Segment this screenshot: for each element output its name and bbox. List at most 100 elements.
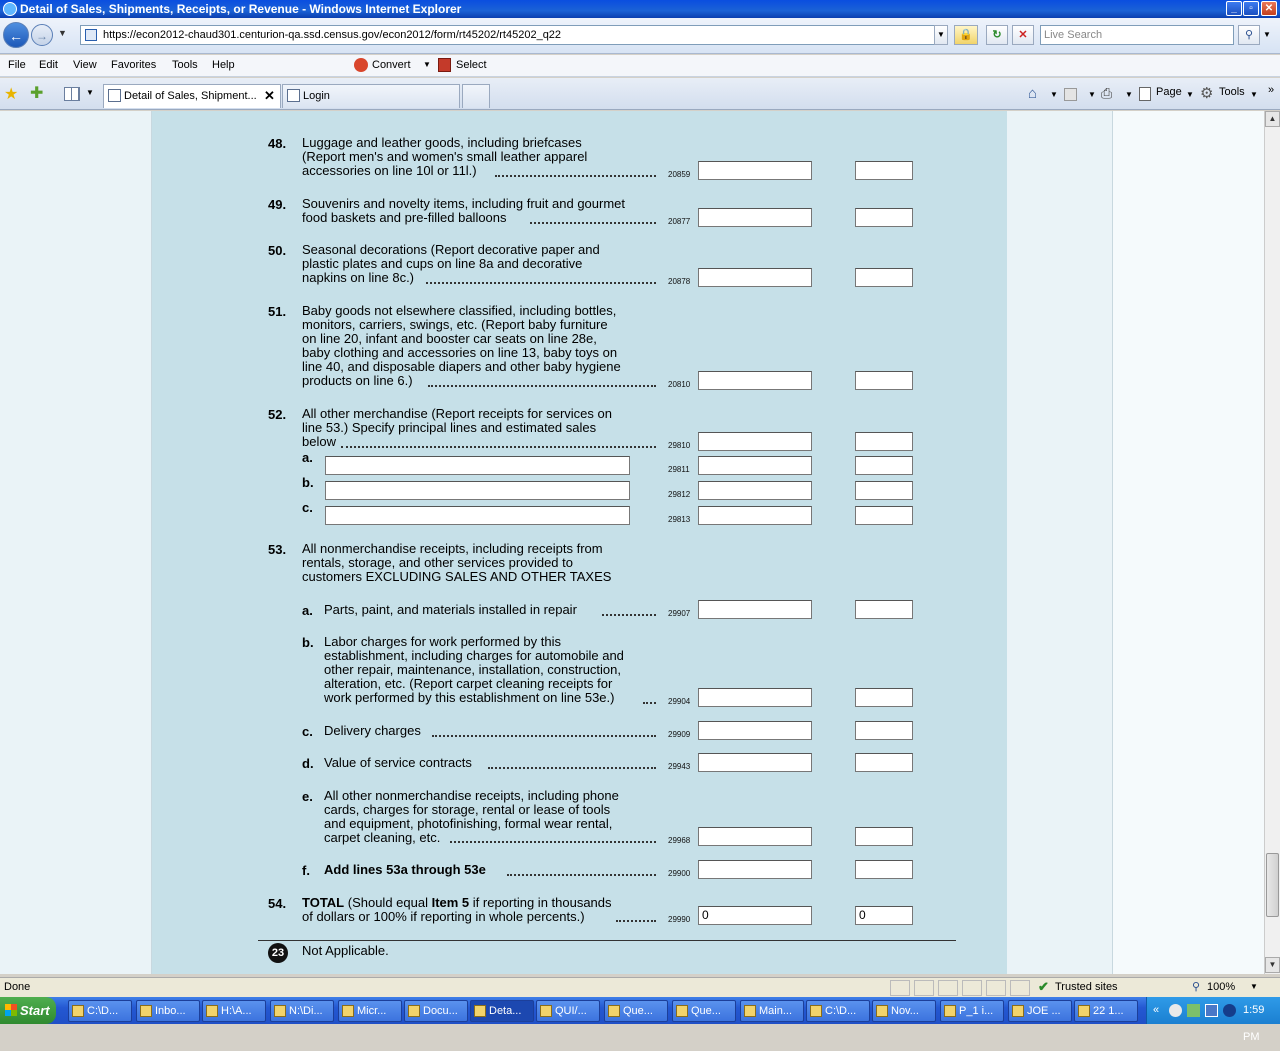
quick-tabs-icon[interactable] bbox=[64, 87, 80, 101]
tools-menu-button[interactable]: Tools bbox=[1219, 86, 1245, 98]
stop-icon[interactable]: ✕ bbox=[1012, 25, 1034, 45]
toolbar-overflow-icon[interactable]: » bbox=[1268, 84, 1274, 96]
item-53e-percent-input[interactable] bbox=[855, 827, 913, 846]
taskbar-button[interactable]: N:\Di... bbox=[270, 1000, 334, 1022]
menu-tools[interactable]: Tools bbox=[172, 59, 198, 71]
tab-login[interactable]: Login bbox=[282, 84, 460, 108]
taskbar-button[interactable]: Que... bbox=[604, 1000, 668, 1022]
item-53f-amount-input[interactable] bbox=[698, 860, 812, 879]
taskbar-button[interactable]: 22 1... bbox=[1074, 1000, 1138, 1022]
search-options-icon[interactable]: ▼ bbox=[1263, 30, 1271, 39]
taskbar-button[interactable]: C:\D... bbox=[68, 1000, 132, 1022]
feeds-dropdown-icon[interactable]: ▼ bbox=[1088, 90, 1096, 99]
close-button[interactable]: ✕ bbox=[1261, 1, 1277, 16]
network-icon[interactable] bbox=[1205, 1004, 1218, 1017]
taskbar-button[interactable]: Deta... bbox=[470, 1000, 534, 1022]
menu-edit[interactable]: Edit bbox=[39, 59, 58, 71]
taskbar-button[interactable]: Inbo... bbox=[136, 1000, 200, 1022]
lock-icon[interactable]: 🔒 bbox=[954, 25, 978, 45]
item-53b-percent-input[interactable] bbox=[855, 688, 913, 707]
refresh-icon[interactable]: ↻ bbox=[986, 25, 1008, 45]
address-dropdown-icon[interactable]: ▼ bbox=[934, 25, 948, 45]
item-53d-amount-input[interactable] bbox=[698, 753, 812, 772]
page-menu-button[interactable]: Page bbox=[1156, 86, 1182, 98]
new-tab-button[interactable] bbox=[462, 84, 490, 108]
taskbar-button[interactable]: Nov... bbox=[872, 1000, 936, 1022]
convert-dropdown-icon[interactable]: ▼ bbox=[423, 60, 431, 69]
scroll-up-arrow-icon[interactable]: ▲ bbox=[1265, 111, 1280, 127]
item-51-percent-input[interactable] bbox=[855, 371, 913, 390]
item-52b-description-input[interactable] bbox=[325, 481, 630, 500]
item-52a-description-input[interactable] bbox=[325, 456, 630, 475]
home-dropdown-icon[interactable]: ▼ bbox=[1050, 90, 1058, 99]
recent-pages-dropdown-icon[interactable]: ▼ bbox=[58, 28, 67, 38]
search-input[interactable]: Live Search bbox=[1040, 25, 1234, 45]
item-52-percent-input[interactable] bbox=[855, 432, 913, 451]
close-tab-icon[interactable]: ✕ bbox=[264, 85, 275, 107]
item-48-percent-input[interactable] bbox=[855, 161, 913, 180]
minimize-button[interactable]: _ bbox=[1226, 1, 1242, 16]
feeds-icon[interactable] bbox=[1064, 88, 1077, 101]
item-53f-percent-input[interactable] bbox=[855, 860, 913, 879]
search-icon[interactable]: ⚲ bbox=[1238, 25, 1260, 45]
page-dropdown-icon[interactable]: ▼ bbox=[1186, 90, 1194, 99]
item-53a-amount-input[interactable] bbox=[698, 600, 812, 619]
taskbar-button[interactable]: C:\D... bbox=[806, 1000, 870, 1022]
item-53c-percent-input[interactable] bbox=[855, 721, 913, 740]
taskbar-button[interactable]: Que... bbox=[672, 1000, 736, 1022]
scrollbar-thumb[interactable] bbox=[1266, 853, 1279, 917]
vertical-scrollbar[interactable]: ▲ ▼ bbox=[1264, 111, 1280, 974]
maximize-button[interactable]: ▫ bbox=[1243, 1, 1259, 16]
menu-file[interactable]: File bbox=[8, 59, 26, 71]
item-52a-amount-input[interactable] bbox=[698, 456, 812, 475]
item-52c-percent-input[interactable] bbox=[855, 506, 913, 525]
print-icon[interactable]: ⎙ bbox=[1101, 85, 1112, 102]
item-52-amount-input[interactable] bbox=[698, 432, 812, 451]
item-52c-amount-input[interactable] bbox=[698, 506, 812, 525]
total-percent-input[interactable]: 0 bbox=[855, 906, 913, 925]
item-49-amount-input[interactable] bbox=[698, 208, 812, 227]
taskbar-button[interactable]: JOE ... bbox=[1008, 1000, 1072, 1022]
menu-view[interactable]: View bbox=[73, 59, 97, 71]
taskbar-button[interactable]: Docu... bbox=[404, 1000, 468, 1022]
item-50-amount-input[interactable] bbox=[698, 268, 812, 287]
tray-icon-4[interactable] bbox=[1223, 1004, 1236, 1017]
item-49-percent-input[interactable] bbox=[855, 208, 913, 227]
item-52c-description-input[interactable] bbox=[325, 506, 630, 525]
taskbar-button[interactable]: Micr... bbox=[338, 1000, 402, 1022]
zoom-level[interactable]: 100% bbox=[1207, 978, 1235, 996]
select-button[interactable]: Select bbox=[456, 59, 487, 71]
forward-button[interactable]: → bbox=[31, 24, 53, 46]
tab-detail-of-sales[interactable]: Detail of Sales, Shipment... ✕ bbox=[103, 84, 281, 108]
tray-icon-1[interactable] bbox=[1169, 1004, 1182, 1017]
item-53a-percent-input[interactable] bbox=[855, 600, 913, 619]
address-bar[interactable]: https://econ2012-chaud301.centurion-qa.s… bbox=[80, 25, 948, 45]
taskbar-button[interactable]: QUI/... bbox=[536, 1000, 600, 1022]
item-52a-percent-input[interactable] bbox=[855, 456, 913, 475]
menu-help[interactable]: Help bbox=[212, 59, 235, 71]
item-53d-percent-input[interactable] bbox=[855, 753, 913, 772]
item-50-percent-input[interactable] bbox=[855, 268, 913, 287]
tools-dropdown-icon[interactable]: ▼ bbox=[1250, 90, 1258, 99]
tray-icon-2[interactable] bbox=[1187, 1004, 1200, 1017]
menu-favorites[interactable]: Favorites bbox=[111, 59, 156, 71]
zoom-dropdown-icon[interactable]: ▼ bbox=[1250, 978, 1258, 996]
tab-list-dropdown-icon[interactable]: ▼ bbox=[86, 88, 94, 97]
convert-button[interactable]: Convert bbox=[372, 59, 411, 71]
print-dropdown-icon[interactable]: ▼ bbox=[1125, 90, 1133, 99]
item-51-amount-input[interactable] bbox=[698, 371, 812, 390]
taskbar-button[interactable]: H:\A... bbox=[202, 1000, 266, 1022]
scroll-down-arrow-icon[interactable]: ▼ bbox=[1265, 957, 1280, 973]
tray-expand-icon[interactable]: « bbox=[1153, 997, 1159, 1024]
home-icon[interactable]: ⌂ bbox=[1028, 85, 1037, 102]
item-53b-amount-input[interactable] bbox=[698, 688, 812, 707]
item-53c-amount-input[interactable] bbox=[698, 721, 812, 740]
total-amount-input[interactable]: 0 bbox=[698, 906, 812, 925]
item-52b-amount-input[interactable] bbox=[698, 481, 812, 500]
favorites-star-icon[interactable]: ★ bbox=[4, 84, 18, 104]
security-zone[interactable]: Trusted sites bbox=[1055, 978, 1118, 996]
add-favorite-icon[interactable]: ✚ bbox=[30, 83, 43, 103]
item-48-amount-input[interactable] bbox=[698, 161, 812, 180]
taskbar-button[interactable]: P_1 i... bbox=[940, 1000, 1004, 1022]
taskbar-button[interactable]: Main... bbox=[740, 1000, 804, 1022]
